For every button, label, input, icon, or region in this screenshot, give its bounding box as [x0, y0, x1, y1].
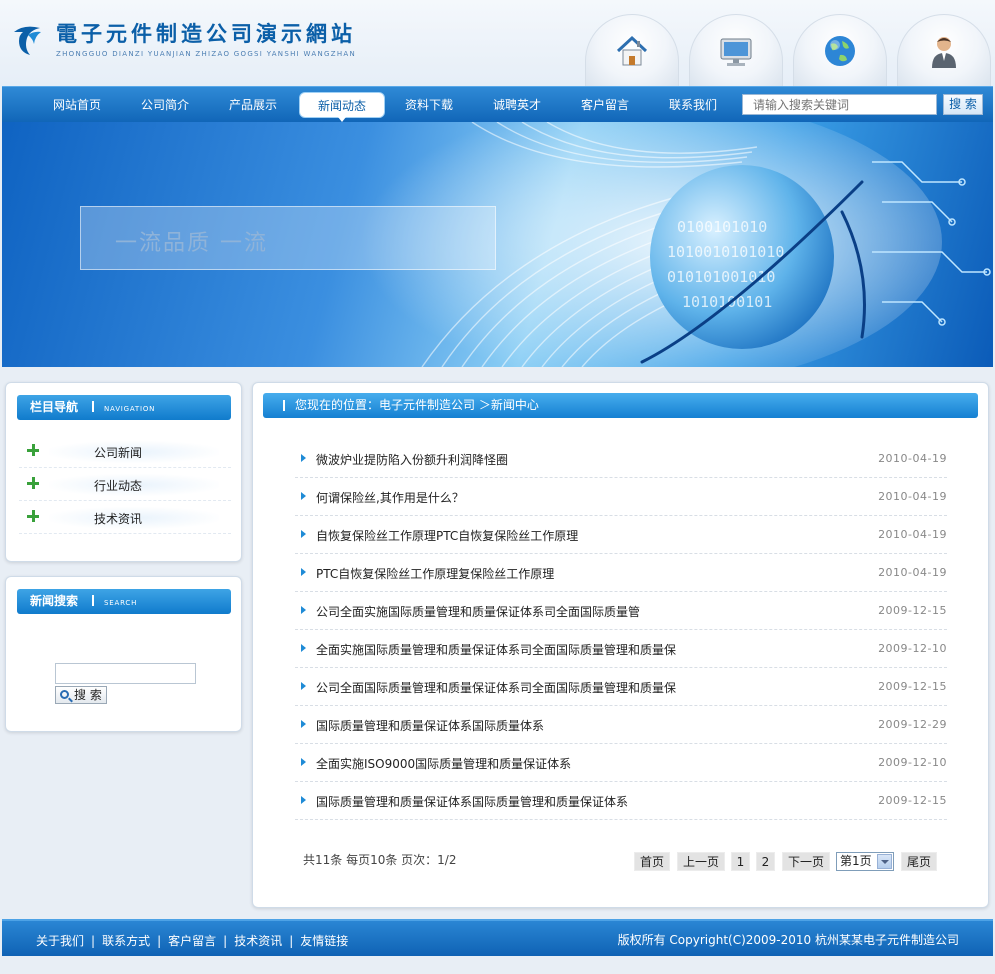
- nav-jobs[interactable]: 诚聘英才: [482, 92, 552, 118]
- sidebar-nav-title: 栏目导航 NAVIGATION: [17, 395, 231, 420]
- news-row[interactable]: 自恢复保险丝工作原理PTC自恢复保险丝工作原理 2010-04-19: [295, 516, 947, 554]
- pager-prev-button[interactable]: 上一页: [677, 852, 725, 871]
- news-list-panel: 您现在的位置：电子元件制造公司 ＞新闻中心 微波炉业提防陷入份额升利润降怪圈 20…: [252, 382, 989, 908]
- nav-downloads[interactable]: 资料下载: [394, 92, 464, 118]
- nav-about[interactable]: 公司简介: [130, 92, 200, 118]
- nav-guestbook[interactable]: 客户留言: [570, 92, 640, 118]
- sidebar-navigation-panel: 栏目导航 NAVIGATION 公司新闻 行业动态 技术资讯: [5, 382, 242, 562]
- sidebar-item-industry-news[interactable]: 行业动态: [19, 468, 231, 501]
- site-footer: 关于我们 | 联系方式 | 客户留言 | 技术资讯 | 友情链接 版权所有 Copyright(…: [2, 919, 993, 956]
- arrow-right-icon: [301, 492, 306, 500]
- footer-link-tech[interactable]: 技术资讯: [234, 934, 282, 948]
- arrow-right-icon: [301, 796, 306, 804]
- pager-page-2[interactable]: 2: [756, 852, 775, 871]
- nav-products[interactable]: 产品展示: [218, 92, 288, 118]
- globe-icon[interactable]: [793, 14, 887, 86]
- arrow-right-icon: [301, 606, 306, 614]
- main-nav: 网站首页 公司简介 产品展示 新闻动态 资料下载 诚聘英才 客户留言 联系我们 …: [2, 86, 993, 122]
- header-search-button[interactable]: 搜 索: [943, 94, 983, 115]
- site-logo[interactable]: 電子元件制造公司演示網站 ZHONGGUO DIANZI YUANJIAN ZH…: [10, 22, 356, 58]
- news-row[interactable]: PTC自恢复保险丝工作原理复保险丝工作原理 2010-04-19: [295, 554, 947, 592]
- footer-link-friends[interactable]: 友情链接: [300, 934, 348, 948]
- nav-contact[interactable]: 联系我们: [658, 92, 728, 118]
- logo-subtitle: ZHONGGUO DIANZI YUANJIAN ZHIZAO GOGSI YA…: [56, 50, 357, 58]
- svg-text:1010010101010: 1010010101010: [667, 243, 784, 261]
- pager-first-button[interactable]: 首页: [634, 852, 670, 871]
- arrow-right-icon: [301, 568, 306, 576]
- news-row[interactable]: 全面实施国际质量管理和质量保证体系司全面国际质量管理和质量保 2009-12-10: [295, 630, 947, 668]
- sidebar-item-company-news[interactable]: 公司新闻: [19, 435, 231, 468]
- sidebar-item-label: 行业动态: [94, 479, 143, 493]
- user-icon[interactable]: [897, 14, 991, 86]
- arrow-right-icon: [301, 720, 306, 728]
- arrow-right-icon: [301, 454, 306, 462]
- monitor-icon[interactable]: [689, 14, 783, 86]
- nav-news[interactable]: 新闻动态: [299, 92, 385, 122]
- banner-slogan-box: 一流品质 一流: [80, 206, 496, 270]
- site-header: 電子元件制造公司演示網站 ZHONGGUO DIANZI YUANJIAN ZH…: [0, 0, 995, 86]
- svg-text:1010100101: 1010100101: [682, 293, 772, 311]
- news-search-button[interactable]: 搜 索: [55, 686, 107, 704]
- sidebar-search-panel: 新闻搜索 SEARCH 搜 索: [5, 576, 242, 732]
- footer-link-contact[interactable]: 联系方式: [102, 934, 150, 948]
- plus-icon: [27, 444, 39, 456]
- pager-page-select[interactable]: 第1页: [836, 852, 894, 871]
- hero-banner: 0100101010 1010010101010 010101001010 10…: [2, 122, 993, 367]
- home-icon[interactable]: [585, 14, 679, 86]
- sidebar-item-tech-info[interactable]: 技术资讯: [19, 501, 231, 534]
- pager-last-button[interactable]: 尾页: [901, 852, 937, 871]
- breadcrumb-text: 您现在的位置：电子元件制造公司 ＞新闻中心: [295, 398, 539, 412]
- banner-slogan: 一流品质 一流: [115, 231, 268, 256]
- arrow-right-icon: [301, 530, 306, 538]
- news-row[interactable]: 微波炉业提防陷入份额升利润降怪圈 2010-04-19: [295, 440, 947, 478]
- footer-link-guestbook[interactable]: 客户留言: [168, 934, 216, 948]
- pager-next-button[interactable]: 下一页: [782, 852, 830, 871]
- arrow-right-icon: [301, 644, 306, 652]
- news-row[interactable]: 全面实施ISO9000国际质量管理和质量保证体系 2009-12-10: [295, 744, 947, 782]
- sidebar-item-label: 技术资讯: [94, 512, 143, 526]
- pager-info: 共11条 每页10条 页次：1/2: [303, 853, 457, 867]
- chevron-down-icon: [877, 854, 892, 869]
- news-row[interactable]: 国际质量管理和质量保证体系国际质量体系 2009-12-29: [295, 706, 947, 744]
- logo-mark-icon: [10, 22, 46, 58]
- breadcrumb: 您现在的位置：电子元件制造公司 ＞新闻中心: [263, 393, 978, 418]
- arrow-right-icon: [301, 682, 306, 690]
- news-row[interactable]: 何谓保险丝,其作用是什么？ 2010-04-19: [295, 478, 947, 516]
- plus-icon: [27, 510, 39, 522]
- news-row[interactable]: 国际质量管理和质量保证体系国际质量管理和质量保证体系 2009-12-15: [295, 782, 947, 820]
- search-icon: [60, 690, 69, 699]
- pager-page-1[interactable]: 1: [731, 852, 750, 871]
- header-search-input[interactable]: [742, 94, 937, 115]
- news-row[interactable]: 公司全面实施国际质量管理和质量保证体系司全面国际质量管 2009-12-15: [295, 592, 947, 630]
- svg-text:0100101010: 0100101010: [677, 218, 767, 236]
- plus-icon: [27, 477, 39, 489]
- sidebar-item-label: 公司新闻: [94, 446, 143, 460]
- arrow-right-icon: [301, 758, 306, 766]
- nav-home[interactable]: 网站首页: [42, 92, 112, 118]
- news-row[interactable]: 公司全面国际质量管理和质量保证体系司全面国际质量管理和质量保 2009-12-15: [295, 668, 947, 706]
- footer-links: 关于我们 | 联系方式 | 客户留言 | 技术资讯 | 友情链接: [36, 934, 349, 948]
- copyright-text: 版权所有 Copyright(C)2009-2010 杭州某某电子元件制造公司: [617, 933, 959, 947]
- top-icon-bar: [585, 14, 991, 86]
- footer-link-about[interactable]: 关于我们: [36, 934, 84, 948]
- logo-title: 電子元件制造公司演示網站: [56, 21, 356, 46]
- sidebar-search-title: 新闻搜索 SEARCH: [17, 589, 231, 614]
- news-search-input[interactable]: [55, 663, 196, 684]
